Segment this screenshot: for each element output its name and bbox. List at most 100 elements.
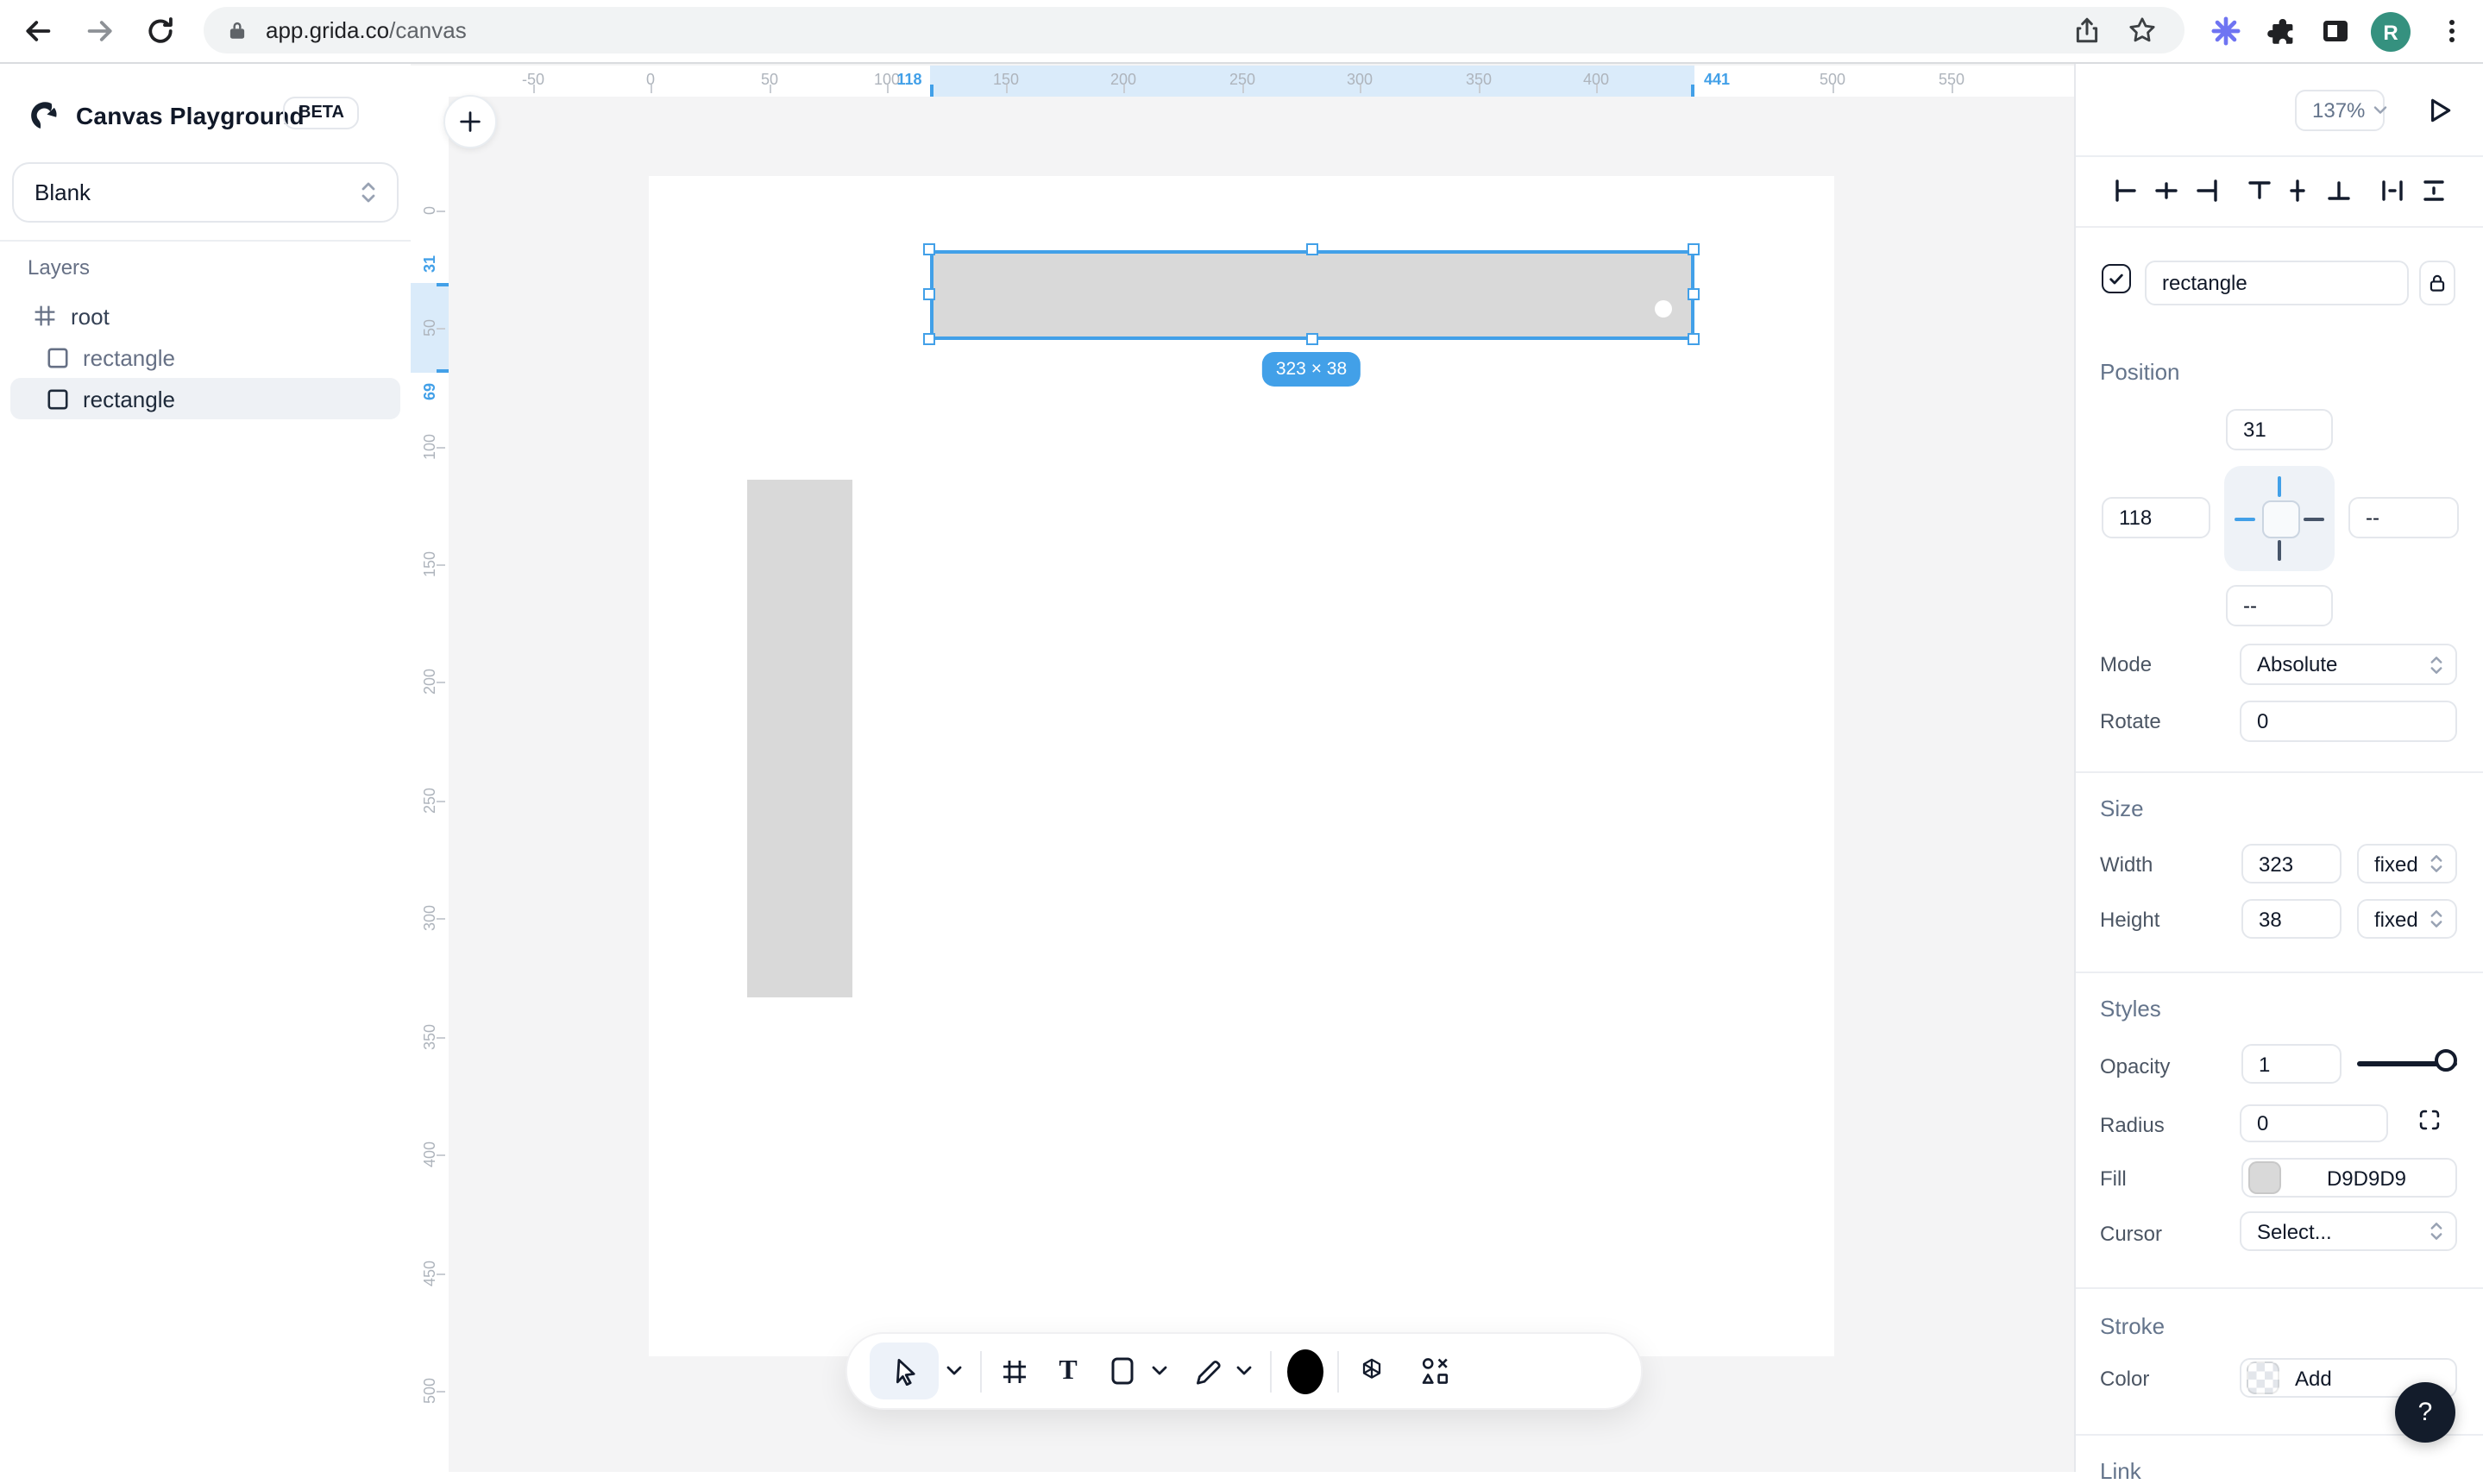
mode-label: Mode bbox=[2100, 652, 2153, 676]
ruler-label: 50 bbox=[421, 318, 438, 337]
anchor-center-box bbox=[2262, 500, 2300, 538]
forward-icon[interactable] bbox=[85, 16, 116, 47]
bookmark-star-icon[interactable] bbox=[2128, 16, 2157, 45]
opacity-slider-thumb[interactable] bbox=[2435, 1049, 2457, 1072]
align-left-button[interactable] bbox=[2112, 178, 2138, 204]
grida-logo bbox=[26, 98, 62, 136]
position-right-input[interactable] bbox=[2348, 497, 2459, 538]
chevron-down-icon bbox=[2373, 106, 2386, 114]
position-top-input[interactable] bbox=[2226, 409, 2333, 450]
distribute-horizontal-button[interactable] bbox=[2379, 178, 2405, 204]
height-input[interactable] bbox=[2241, 899, 2342, 939]
back-icon[interactable] bbox=[22, 16, 53, 47]
color-well[interactable] bbox=[1282, 1343, 1327, 1399]
mode-select[interactable]: Absolute bbox=[2240, 644, 2457, 685]
selected-rectangle-shape[interactable] bbox=[930, 250, 1694, 340]
resize-handle-nw[interactable] bbox=[923, 243, 935, 255]
corner-radius-button[interactable] bbox=[2417, 1108, 2442, 1132]
canvas-viewport[interactable]: -50 0 50 100 150 200 250 300 350 400 500… bbox=[411, 64, 2074, 1472]
square-icon bbox=[47, 346, 69, 368]
url-bar[interactable]: app.grida.co/canvas bbox=[204, 7, 2184, 53]
ai-assistant-button[interactable] bbox=[1349, 1343, 1394, 1399]
resize-handle-s[interactable] bbox=[1306, 333, 1318, 345]
selection-tick bbox=[1691, 85, 1694, 97]
zoom-select[interactable]: 137% bbox=[2295, 90, 2386, 131]
chevron-down-icon bbox=[1236, 1366, 1252, 1375]
width-mode-value: fixed bbox=[2374, 852, 2418, 876]
radius-input[interactable] bbox=[2240, 1104, 2388, 1142]
resize-handle-ne[interactable] bbox=[1688, 243, 1700, 255]
opacity-label: Opacity bbox=[2100, 1054, 2171, 1078]
distribute-vertical-button[interactable] bbox=[2421, 178, 2447, 204]
layer-item-label: rectangle bbox=[83, 386, 175, 412]
frame-tool[interactable] bbox=[992, 1343, 1037, 1399]
fill-value: D9D9D9 bbox=[2326, 1166, 2407, 1190]
fill-swatch[interactable] bbox=[2248, 1161, 2281, 1194]
stroke-heading: Stroke bbox=[2100, 1313, 2166, 1339]
avatar[interactable]: R bbox=[2371, 12, 2411, 52]
position-anchor-widget[interactable] bbox=[2224, 466, 2335, 571]
height-mode-value: fixed bbox=[2374, 907, 2418, 931]
align-right-button[interactable] bbox=[2195, 178, 2221, 204]
cursor-select[interactable]: Select... bbox=[2240, 1211, 2457, 1251]
openai-icon bbox=[1362, 1357, 1381, 1378]
visibility-checkbox[interactable] bbox=[2102, 264, 2131, 293]
toolbar-divider bbox=[1270, 1350, 1272, 1392]
resize-handle-se[interactable] bbox=[1688, 333, 1700, 345]
resize-handle-n[interactable] bbox=[1306, 243, 1318, 255]
align-bottom-button[interactable] bbox=[2326, 178, 2352, 204]
width-input[interactable] bbox=[2241, 844, 2342, 883]
resize-handle-sw[interactable] bbox=[923, 333, 935, 345]
layer-item-rectangle-1[interactable]: rectangle bbox=[0, 336, 411, 378]
align-horizontal-center-button[interactable] bbox=[2153, 178, 2179, 204]
shape-tool-menu[interactable] bbox=[1144, 1343, 1175, 1399]
reload-icon[interactable] bbox=[145, 16, 176, 47]
ruler-label: 400 bbox=[421, 1141, 438, 1168]
align-vertical-center-button[interactable] bbox=[2285, 178, 2310, 204]
rectangle-shape[interactable] bbox=[747, 480, 852, 997]
shape-tool[interactable] bbox=[1099, 1343, 1144, 1399]
fill-control[interactable]: D9D9D9 bbox=[2241, 1158, 2457, 1198]
height-mode-select[interactable]: fixed bbox=[2357, 899, 2457, 939]
horizontal-ruler: -50 0 50 100 150 200 250 300 350 400 500… bbox=[411, 66, 2074, 97]
resize-handle-e[interactable] bbox=[1688, 288, 1700, 300]
resize-handle-w[interactable] bbox=[923, 288, 935, 300]
share-icon[interactable] bbox=[2072, 16, 2102, 45]
ruler-selection-start-label: 31 bbox=[421, 255, 438, 274]
side-panel-icon[interactable] bbox=[2321, 17, 2350, 45]
text-tool[interactable]: T bbox=[1046, 1343, 1091, 1399]
extension-logo-icon[interactable] bbox=[2210, 16, 2241, 47]
template-select[interactable]: Blank bbox=[12, 162, 399, 223]
selection-tick bbox=[437, 369, 449, 373]
radius-label: Radius bbox=[2100, 1113, 2165, 1137]
layer-item-label: rectangle bbox=[83, 344, 175, 370]
cursor-dot bbox=[1655, 300, 1672, 318]
rotate-input[interactable] bbox=[2240, 701, 2457, 742]
extensions-puzzle-icon[interactable] bbox=[2266, 16, 2297, 47]
opacity-input[interactable] bbox=[2241, 1044, 2342, 1084]
play-icon bbox=[2431, 98, 2451, 123]
layer-item-rectangle-2-selected[interactable]: rectangle bbox=[10, 378, 400, 419]
cursor-tool[interactable] bbox=[870, 1343, 939, 1399]
menu-dots-icon[interactable] bbox=[2438, 16, 2466, 47]
play-button[interactable] bbox=[2424, 95, 2454, 126]
cursor-select-value: Select... bbox=[2257, 1219, 2332, 1243]
layer-item-root[interactable]: root bbox=[0, 295, 411, 336]
align-top-button[interactable] bbox=[2247, 178, 2272, 204]
position-left-input[interactable] bbox=[2102, 497, 2210, 538]
lock-button[interactable] bbox=[2419, 261, 2455, 305]
pen-tool[interactable] bbox=[1184, 1343, 1229, 1399]
size-badge: 323 × 38 bbox=[1261, 352, 1361, 387]
width-mode-select[interactable]: fixed bbox=[2357, 844, 2457, 883]
cursor-tool-menu[interactable] bbox=[939, 1343, 970, 1399]
pen-tool-menu[interactable] bbox=[1229, 1343, 1260, 1399]
url-host: app.grida.co bbox=[266, 17, 390, 43]
primitives-button[interactable] bbox=[1411, 1343, 1456, 1399]
position-bottom-input[interactable] bbox=[2226, 585, 2333, 626]
help-button[interactable]: ? bbox=[2395, 1382, 2455, 1443]
layer-name-input[interactable] bbox=[2145, 261, 2409, 305]
add-scene-button[interactable] bbox=[443, 95, 497, 148]
help-label: ? bbox=[2417, 1398, 2433, 1427]
site-lock-icon[interactable] bbox=[226, 19, 248, 41]
ruler-label: 200 bbox=[421, 668, 438, 695]
